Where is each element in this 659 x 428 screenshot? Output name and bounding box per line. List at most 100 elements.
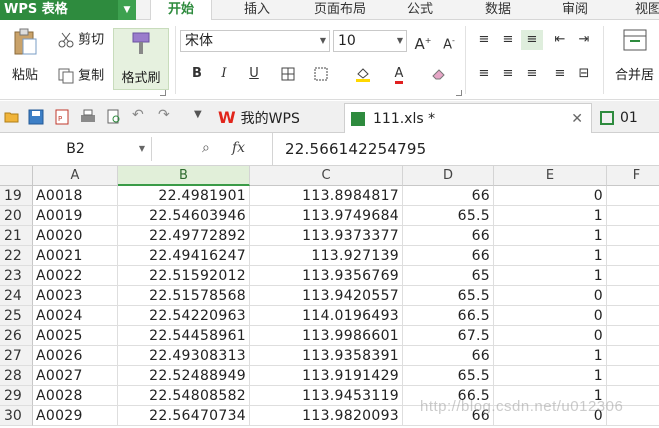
cell-b[interactable]: 22.54458961 [118,326,250,346]
cell-e[interactable]: 1 [494,206,607,226]
column-header-d[interactable]: D [403,166,494,186]
cell-a[interactable]: A0026 [33,346,118,366]
cell-b[interactable]: 22.51578568 [118,286,250,306]
tab-review[interactable]: 审阅 [550,0,600,20]
row-header[interactable]: 22 [0,246,33,266]
shrink-font-button[interactable]: A- [438,31,460,52]
undo-icon[interactable]: ↶ [132,107,148,123]
export-pdf-icon[interactable]: P [54,109,70,125]
cell-d[interactable]: 66.5 [403,306,494,326]
cell-d[interactable]: 65.5 [403,366,494,386]
cell-d[interactable]: 66 [403,346,494,366]
cell-a[interactable]: A0020 [33,226,118,246]
cell-d[interactable]: 66 [403,226,494,246]
formula-input[interactable]: 22.566142254795 [272,133,659,166]
chevron-down-icon[interactable]: ▼ [139,137,145,161]
cell-f[interactable] [607,266,659,286]
cell-b[interactable]: 22.56470734 [118,406,250,426]
fx-icon[interactable]: fx [232,140,245,156]
cell-a[interactable]: A0027 [33,366,118,386]
row-header[interactable]: 27 [0,346,33,366]
cell-a[interactable]: A0024 [33,306,118,326]
increase-indent-button[interactable]: ⇥ [573,30,595,50]
cell-a[interactable]: A0018 [33,186,118,206]
cell-e[interactable]: 1 [494,346,607,366]
tab-my-wps[interactable]: W 我的WPS [218,103,342,133]
cell-a[interactable]: A0022 [33,266,118,286]
cell-f[interactable] [607,326,659,346]
cell-e[interactable]: 1 [494,366,607,386]
cell-b[interactable]: 22.52488949 [118,366,250,386]
cell-b[interactable]: 22.49416247 [118,246,250,266]
cell-c[interactable]: 113.8984817 [250,186,403,206]
row-header[interactable]: 29 [0,386,33,406]
align-center-button[interactable]: ≡ [497,64,519,84]
fill-color-button[interactable] [352,64,374,84]
cell-f[interactable] [607,306,659,326]
align-right-button[interactable]: ≡ [521,64,543,84]
cell-d[interactable]: 67.5 [403,326,494,346]
cell-f[interactable] [607,186,659,206]
cell-f[interactable] [607,286,659,306]
column-header-e[interactable]: E [494,166,607,186]
font-name-select[interactable]: 宋体 ▼ [180,30,330,52]
bold-button[interactable]: B [186,64,208,84]
row-header[interactable]: 19 [0,186,33,206]
column-header-b[interactable]: B [118,166,250,186]
tab-formulas[interactable]: 公式 [395,0,445,20]
cell-e[interactable]: 0 [494,186,607,206]
close-icon[interactable]: ✕ [571,104,583,134]
app-menu-button[interactable]: WPS 表格 ▼ [0,0,136,20]
row-header[interactable]: 30 [0,406,33,426]
cell-a[interactable]: A0025 [33,326,118,346]
column-header-f[interactable]: F [607,166,659,186]
cell-f[interactable] [607,206,659,226]
merge-center-button[interactable]: 合并居 [610,28,659,83]
align-middle-button[interactable]: ≡ [497,30,519,50]
format-painter-button[interactable]: 格式刷 [113,28,169,90]
cell-e[interactable]: 1 [494,246,607,266]
zoom-search-icon[interactable]: ⌕ [202,140,210,156]
print-icon[interactable] [80,109,96,125]
align-left-button[interactable]: ≡ [473,64,495,84]
cell-e[interactable]: 1 [494,226,607,246]
cell-f[interactable] [607,346,659,366]
cell-c[interactable]: 113.9373377 [250,226,403,246]
open-folder-icon[interactable] [4,109,20,125]
font-color-button[interactable]: A [388,64,410,84]
clear-format-button[interactable] [428,64,450,84]
cell-c[interactable]: 114.0196493 [250,306,403,326]
cell-c[interactable]: 113.9356769 [250,266,403,286]
cell-d[interactable]: 65 [403,266,494,286]
cell-c[interactable]: 113.9191429 [250,366,403,386]
cell-a[interactable]: A0023 [33,286,118,306]
row-header[interactable]: 20 [0,206,33,226]
align-top-button[interactable]: ≡ [473,30,495,50]
row-header[interactable]: 28 [0,366,33,386]
tab-view[interactable]: 视图 [628,0,659,20]
cell-e[interactable]: 1 [494,266,607,286]
cell-b[interactable]: 22.49772892 [118,226,250,246]
cell-d[interactable]: 66 [403,246,494,266]
cell-f[interactable] [607,246,659,266]
tab-document-01[interactable]: 01 [598,103,659,133]
tab-home[interactable]: 开始 [150,0,212,21]
cell-e[interactable]: 0 [494,326,607,346]
cell-f[interactable] [607,226,659,246]
cell-c[interactable]: 113.9820093 [250,406,403,426]
row-header[interactable]: 26 [0,326,33,346]
print-preview-icon[interactable] [106,109,122,125]
cell-e[interactable]: 0 [494,286,607,306]
cell-b[interactable]: 22.54220963 [118,306,250,326]
paste-button[interactable]: 粘贴 [4,28,46,83]
borders-button[interactable] [277,64,299,84]
cell-c[interactable]: 113.9420557 [250,286,403,306]
select-all-corner[interactable] [0,166,33,186]
clipboard-launcher-icon[interactable] [160,90,166,96]
cut-button[interactable]: 剪切 [58,32,104,49]
tab-document-111[interactable]: 111.xls * ✕ [344,103,592,133]
cell-a[interactable]: A0028 [33,386,118,406]
tab-insert[interactable]: 插入 [232,0,282,20]
align-bottom-button[interactable]: ≡ [521,30,543,50]
row-header[interactable]: 25 [0,306,33,326]
